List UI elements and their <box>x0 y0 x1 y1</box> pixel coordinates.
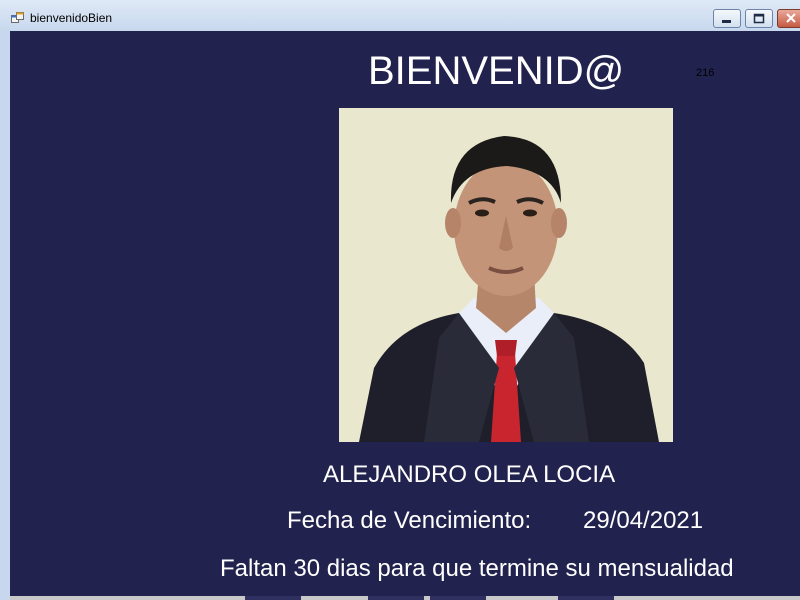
expiration-date: 29/04/2021 <box>583 507 704 534</box>
bottom-edge-segment <box>368 596 424 600</box>
bottom-edge-segment <box>558 596 614 600</box>
window-title: bienvenidoBien <box>30 11 113 25</box>
window-bottom-edge <box>10 596 800 600</box>
member-counter: 216 <box>696 67 715 79</box>
title-bar[interactable]: bienvenidoBien <box>0 0 800 32</box>
welcome-panel: BIENVENID@ 216 ALEJANDRO OLEA LOCIA Fech… <box>10 31 800 600</box>
member-photo <box>339 108 673 442</box>
bottom-edge-segment <box>430 596 486 600</box>
expiration-label: Fecha de Vencimiento: <box>287 507 532 534</box>
close-icon <box>786 13 796 23</box>
window-frame-left <box>0 31 10 600</box>
welcome-heading: BIENVENID@ <box>368 49 625 93</box>
app-icon[interactable] <box>11 11 24 23</box>
close-button[interactable] <box>777 9 800 28</box>
app-window: bienvenidoBien BIENVENID@ 216 ALEJANDRO … <box>0 0 800 600</box>
member-portrait-image <box>339 108 673 442</box>
maximize-button[interactable] <box>745 9 773 28</box>
minimize-icon <box>722 20 731 23</box>
minimize-button[interactable] <box>713 9 741 28</box>
maximize-icon <box>753 13 765 24</box>
remaining-days-message: Faltan 30 dias para que termine su mensu… <box>220 555 734 582</box>
member-name: ALEJANDRO OLEA LOCIA <box>323 461 616 488</box>
bottom-edge-segment <box>245 596 301 600</box>
